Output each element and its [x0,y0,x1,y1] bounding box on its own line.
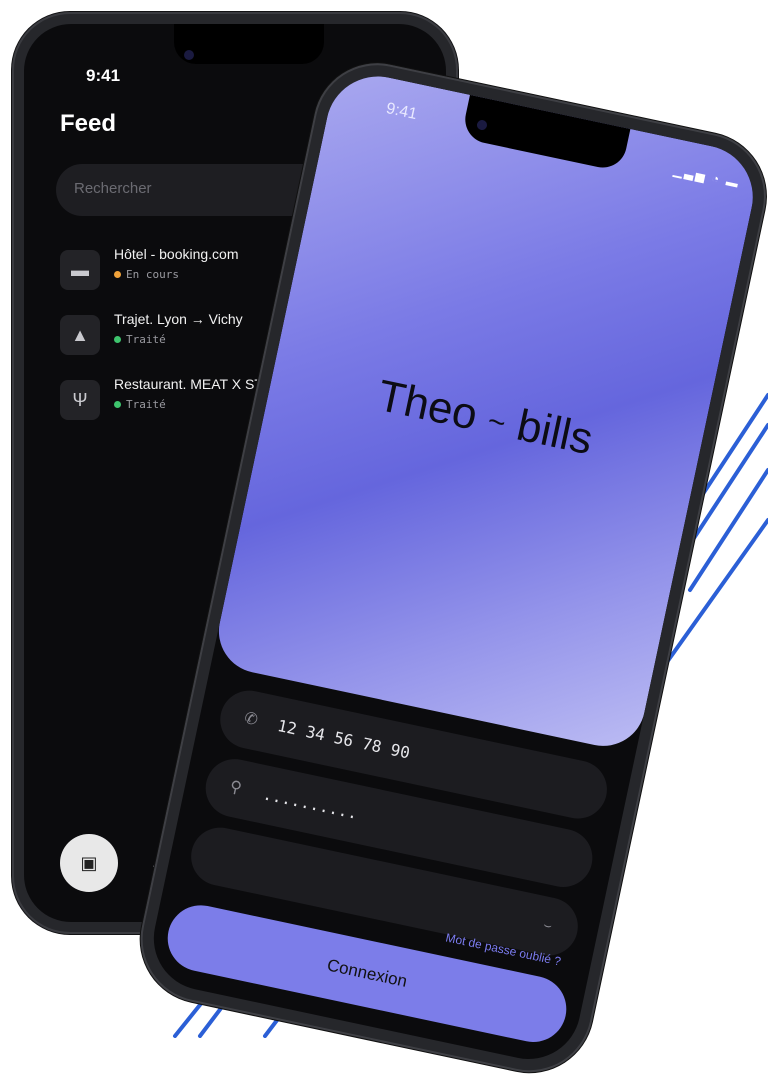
status-text: Traité [126,398,166,411]
document-icon: ▣ [80,853,98,873]
item-name: Hôtel - booking.com [114,246,239,262]
phone-icon: ✆ [242,709,260,730]
item-name: Trajet. Lyon → Vichy [114,311,243,327]
status-time: 9:41 [86,66,121,85]
camera [184,50,194,60]
bed-icon: ▬ [60,250,100,290]
status-text: En cours [126,268,179,281]
status-dot [114,401,121,408]
status-dot [114,336,121,343]
notch [174,24,324,64]
eye-closed-icon[interactable]: ⌣ [542,916,553,933]
status-dot [114,271,121,278]
status-badge: En cours [114,268,179,281]
search-placeholder: Rechercher [74,180,152,197]
cutlery-icon: Ψ [60,380,100,420]
tab-documents[interactable]: ▣ [60,834,118,892]
status-text: Traité [126,333,166,346]
phone-value: 12 34 56 78 90 [275,715,412,763]
status-badge: Traité [114,398,166,411]
key-icon: ⚲ [228,778,244,798]
page-title: Feed [60,110,117,137]
logo-tilde: ~ [484,404,509,441]
car-icon: ▲ [60,315,100,355]
password-value: .......... [261,784,360,823]
status-badge: Traité [114,333,166,346]
